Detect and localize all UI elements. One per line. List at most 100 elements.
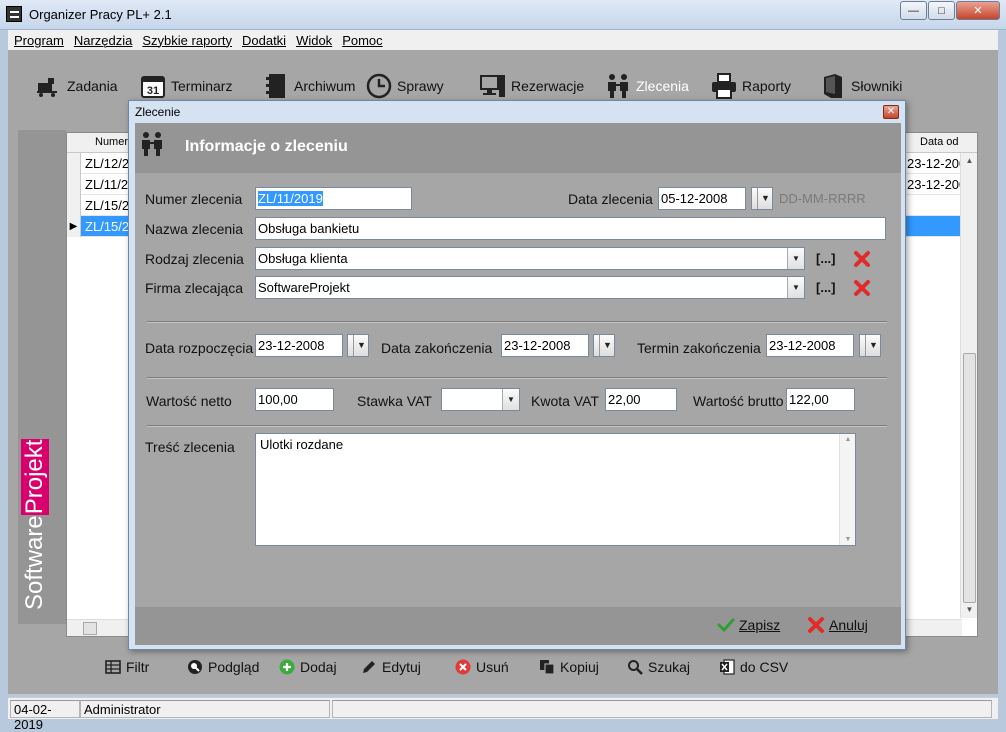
checkmark-icon xyxy=(717,618,735,633)
minimize-button[interactable]: — xyxy=(900,1,927,20)
client-company-browse-button[interactable]: [...] xyxy=(816,280,836,295)
menu-dodatki[interactable]: Dodatki xyxy=(242,33,286,48)
deadline-input[interactable]: 23-12-2008 xyxy=(766,334,854,357)
menu-narzedzia[interactable]: Narzędzia xyxy=(74,33,133,48)
cart-icon xyxy=(36,73,62,99)
order-dialog: Zlecenie ✕ Informacje o zleceniu Numer z… xyxy=(128,100,906,650)
search-icon xyxy=(626,658,644,676)
toolbar-label: Rezerwacje xyxy=(511,78,585,94)
export-csv-button[interactable]: do CSV xyxy=(718,658,788,676)
content-textarea[interactable]: Ulotki rozdane ▲ ▼ xyxy=(255,433,856,546)
order-date-input[interactable]: 05-12-2008 xyxy=(658,187,746,210)
dialog-body: Informacje o zleceniu Numer zlecenia ZL/… xyxy=(135,123,901,645)
toolbar-label: Zlecenia xyxy=(636,78,689,94)
toolbar-sprawy[interactable]: Sprawy xyxy=(366,72,444,100)
dialog-close-button[interactable]: ✕ xyxy=(883,105,899,119)
client-company-select[interactable]: SoftwareProjekt ▼ xyxy=(255,276,805,299)
maximize-button[interactable]: □ xyxy=(928,1,955,20)
copy-icon xyxy=(538,658,556,676)
start-date-input[interactable]: 23-12-2008 xyxy=(255,334,343,357)
vat-rate-select[interactable]: ▼ xyxy=(441,388,520,411)
toolbar-rezerwacje[interactable]: Rezerwacje xyxy=(480,72,584,100)
toolbar-archiwum[interactable]: Archiwum xyxy=(263,72,355,100)
end-date-input[interactable]: 23-12-2008 xyxy=(501,334,589,357)
order-type-select[interactable]: Obsługa klienta ▼ xyxy=(255,247,805,270)
preview-button[interactable]: Podgląd xyxy=(186,658,259,676)
scroll-up-icon[interactable]: ▲ xyxy=(840,436,856,443)
order-name-input[interactable]: Obsługa bankietu xyxy=(255,217,886,240)
gross-value-input[interactable]: 122,00 xyxy=(786,388,855,411)
delete-icon xyxy=(454,658,472,676)
gross-value-label: Wartość brutto xyxy=(693,393,784,409)
status-user: Administrator xyxy=(80,700,330,718)
grid-vertical-scrollbar[interactable]: ▲ ▼ xyxy=(960,153,977,618)
start-date-picker[interactable]: ▼ xyxy=(347,334,369,357)
vat-amount-input[interactable]: 22,00 xyxy=(605,388,677,411)
edit-button[interactable]: Edytuj xyxy=(360,658,421,676)
menu-szybkie-raporty[interactable]: Szybkie raporty xyxy=(142,33,232,48)
start-date-label: Data rozpoczęcia xyxy=(145,340,254,356)
toolbar-label: Zadania xyxy=(67,78,118,94)
binder-icon xyxy=(263,73,289,99)
order-number-label: Numer zlecenia xyxy=(145,191,243,207)
toolbar-raporty[interactable]: Raporty xyxy=(711,72,791,100)
filter-button[interactable]: Filtr xyxy=(104,658,149,676)
copy-button[interactable]: Kopiuj xyxy=(538,658,599,676)
search-button[interactable]: Szukaj xyxy=(626,658,690,676)
handshake-people-icon xyxy=(139,131,169,161)
separator xyxy=(147,321,887,323)
book-icon xyxy=(820,73,846,99)
textarea-scrollbar[interactable]: ▲ ▼ xyxy=(839,434,855,545)
close-window-button[interactable]: ✕ xyxy=(956,1,1000,20)
column-number[interactable]: Numer xyxy=(95,136,128,148)
clear-client-company-icon[interactable] xyxy=(853,279,871,297)
order-type-browse-button[interactable]: [...] xyxy=(816,251,836,266)
save-button[interactable]: Zapisz xyxy=(717,616,780,634)
toolbar-zlecenia[interactable]: Zlecenia xyxy=(605,72,689,100)
chevron-down-icon[interactable]: ▼ xyxy=(787,248,804,269)
net-value-input[interactable]: 100,00 xyxy=(255,388,334,411)
filter-icon xyxy=(104,658,122,676)
scrollbar-thumb[interactable] xyxy=(83,622,97,635)
add-button[interactable]: Dodaj xyxy=(278,658,337,676)
separator xyxy=(147,425,887,427)
status-date: 04-02-2019 xyxy=(10,700,80,732)
menu-widok[interactable]: Widok xyxy=(296,33,332,48)
order-number-input[interactable]: ZL/11/2019 xyxy=(255,187,412,210)
scroll-down-icon[interactable]: ▼ xyxy=(961,602,978,618)
menu-bar: Program Narzędzia Szybkie raporty Dodatk… xyxy=(8,30,998,50)
dialog-heading: Informacje o zleceniu xyxy=(185,138,348,155)
delete-button[interactable]: Usuń xyxy=(454,658,509,676)
calendar-icon: 31 xyxy=(140,73,166,99)
end-date-picker[interactable]: ▼ xyxy=(593,334,615,357)
magnifier-icon xyxy=(186,658,204,676)
handshake-people-icon xyxy=(605,73,631,99)
chevron-down-icon[interactable]: ▼ xyxy=(502,389,519,410)
chevron-down-icon[interactable]: ▼ xyxy=(787,277,804,298)
toolbar-terminarz[interactable]: 31 Terminarz xyxy=(140,72,232,100)
scroll-up-icon[interactable]: ▲ xyxy=(961,153,978,169)
excel-icon xyxy=(718,658,736,676)
status-bar: 04-02-2019 Administrator xyxy=(8,697,998,732)
plus-icon xyxy=(278,658,296,676)
menu-pomoc[interactable]: Pomoc xyxy=(342,33,382,48)
content-label: Treść zlecenia xyxy=(145,439,235,455)
scroll-down-icon[interactable]: ▼ xyxy=(840,536,856,543)
toolbar-zadania[interactable]: Zadania xyxy=(36,72,118,100)
clear-order-type-icon[interactable] xyxy=(853,250,871,268)
deadline-picker[interactable]: ▼ xyxy=(859,334,881,357)
brand-panel: SoftwareProjekt xyxy=(18,130,66,624)
date-format-hint: DD-MM-RRRR xyxy=(779,191,866,206)
row-pointer-icon: ▶ xyxy=(67,216,81,237)
toolbar-slowniki[interactable]: Słowniki xyxy=(820,72,902,100)
deadline-label: Termin zakończenia xyxy=(637,340,761,356)
column-date[interactable]: Data od xyxy=(920,136,959,148)
brand-logo: SoftwareProjekt xyxy=(21,438,49,610)
menu-program[interactable]: Program xyxy=(14,33,64,48)
cancel-button[interactable]: Anuluj xyxy=(807,616,868,634)
clock-icon xyxy=(366,73,392,99)
scrollbar-thumb[interactable] xyxy=(963,353,976,603)
close-icon xyxy=(808,617,824,633)
window-title: Organizer Pracy PL+ 2.1 xyxy=(29,7,172,22)
order-date-picker[interactable]: ▼ xyxy=(751,187,773,210)
